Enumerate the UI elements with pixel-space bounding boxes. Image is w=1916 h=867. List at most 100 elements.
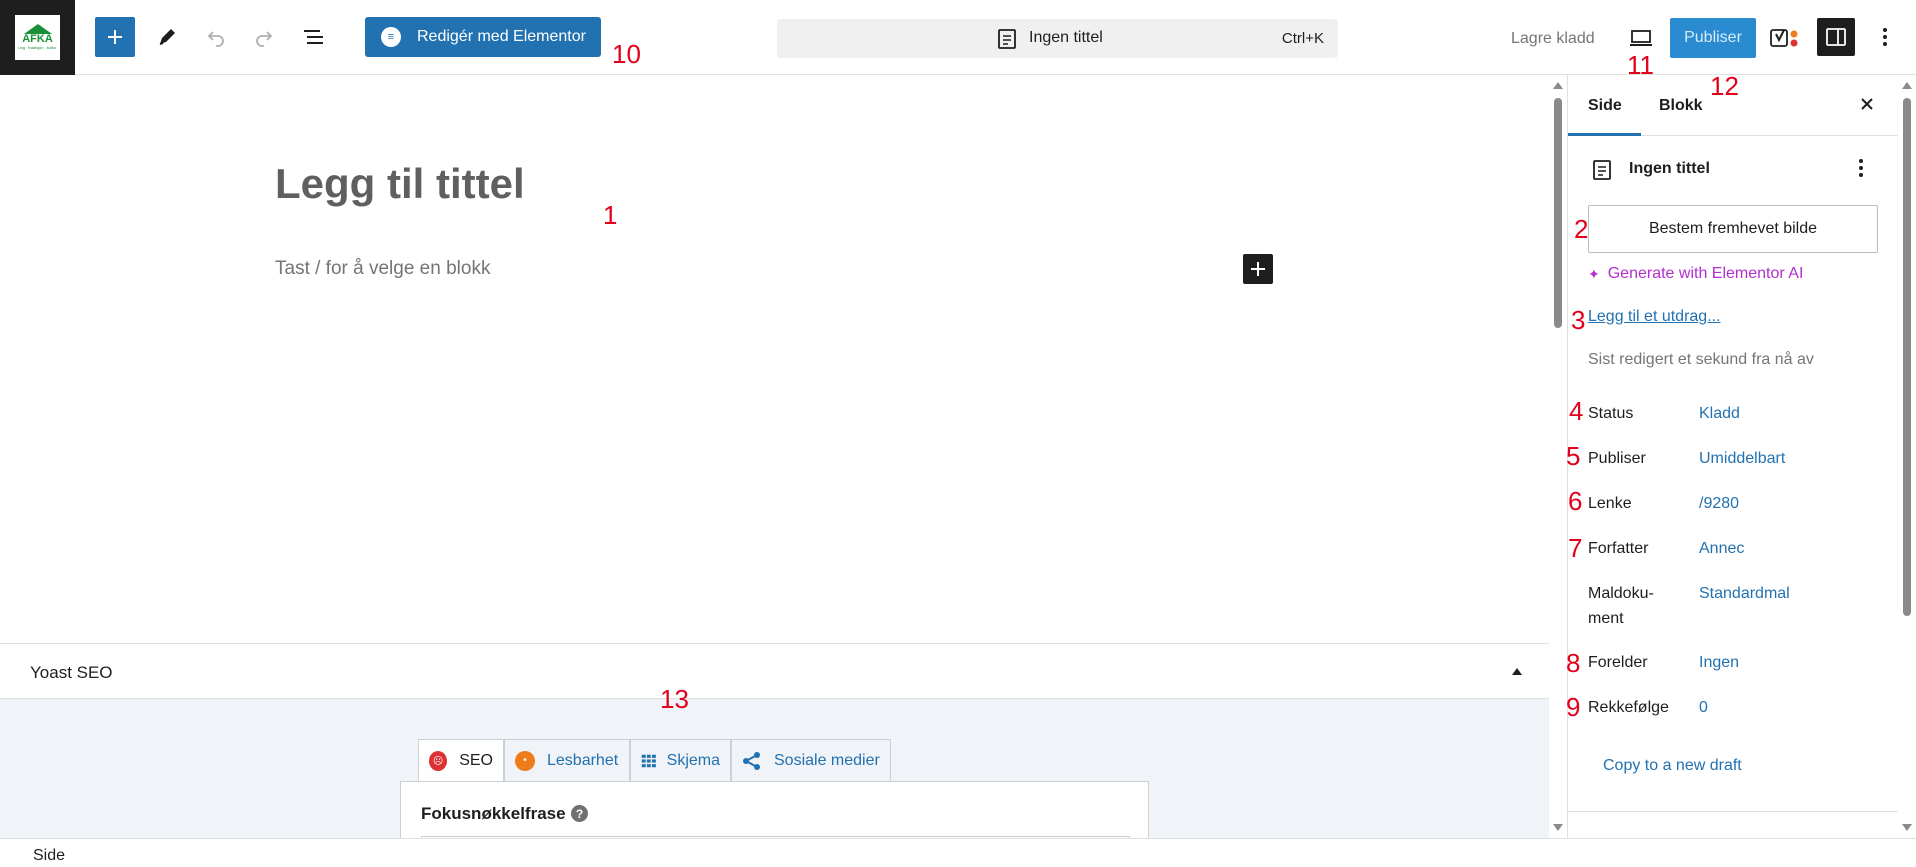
document-overview-button[interactable] (299, 22, 329, 52)
generate-ai-link[interactable]: ✦ Generate with Elementor AI (1588, 265, 1803, 283)
more-vertical-icon (1883, 28, 1887, 46)
close-sidebar-button[interactable] (1855, 92, 1879, 116)
scroll-thumb[interactable] (1554, 98, 1562, 328)
property-value-link[interactable]: 0 (1699, 695, 1708, 720)
annotation-label: 6 (1568, 486, 1583, 516)
property-key: Maldoku- (1588, 585, 1654, 602)
redo-icon (256, 31, 273, 47)
yoast-tab-label: SEO (459, 752, 493, 769)
annotation-label: 1 (603, 200, 618, 230)
copy-to-new-draft-link[interactable]: Copy to a new draft (1603, 757, 1742, 775)
property-value-link[interactable]: Annec (1699, 536, 1744, 561)
scroll-up-arrow[interactable] (1553, 82, 1563, 89)
sidebar-document-title: Ingen tittel (1629, 160, 1710, 177)
plus-icon (1251, 262, 1265, 276)
neutral-face-icon: • (515, 750, 535, 771)
command-palette-bar[interactable]: Ingen tittel Ctrl+K (777, 19, 1338, 58)
yoast-tab-schema[interactable]: Skjema (630, 739, 731, 781)
property-key: Forelder (1588, 654, 1648, 671)
annotation-label: 3 (1571, 305, 1586, 335)
scroll-up-arrow[interactable] (1902, 82, 1912, 89)
laptop-icon (1630, 30, 1652, 46)
share-icon (743, 751, 760, 770)
undo-button[interactable] (201, 22, 231, 52)
yoast-panel-title: Yoast SEO (30, 663, 113, 682)
property-key: Lenke (1588, 495, 1632, 512)
annotation-label: 10 (612, 39, 641, 69)
breadcrumb[interactable]: Side (33, 847, 65, 865)
property-value-link[interactable]: Umiddelbart (1699, 446, 1785, 471)
yoast-panel-header[interactable]: Yoast SEO (0, 643, 1549, 699)
property-key-continued: ment (1588, 610, 1624, 627)
undo-icon (207, 31, 224, 47)
annotation-label: 11 (1627, 50, 1654, 80)
annotation-label: 7 (1568, 533, 1583, 563)
last-edited-text: Sist redigert et sekund fra nå av (1588, 351, 1814, 368)
annotation-label: 12 (1710, 71, 1739, 101)
property-value-link[interactable]: Kladd (1699, 401, 1740, 426)
set-featured-image-button[interactable]: Bestem fremhevet bilde (1588, 205, 1878, 253)
annotation-label: 8 (1566, 648, 1581, 678)
sparkle-icon: ✦ (1588, 265, 1600, 282)
settings-toggle-button[interactable] (1817, 18, 1855, 56)
pencil-icon (159, 29, 175, 45)
collapse-caret-icon[interactable] (1512, 668, 1522, 675)
property-value-link[interactable]: Standardmal (1699, 581, 1790, 606)
site-logo[interactable]: AFKA ung . tradisjon . kultur (0, 0, 75, 75)
active-tab-indicator (1568, 133, 1641, 136)
document-title: Ingen tittel (1029, 29, 1103, 46)
yoast-seo-panel: Fokusnøkkelfrase ? (400, 781, 1149, 838)
add-block-button[interactable] (95, 17, 135, 57)
edit-with-elementor-button[interactable]: ≡ Redigér med Elementor (365, 17, 601, 57)
preview-button[interactable] (1626, 24, 1656, 52)
post-title-input[interactable]: Legg til tittel (275, 160, 525, 208)
sidebar-icon (1826, 28, 1846, 46)
panel-divider (1568, 811, 1899, 812)
settings-sidebar: Side Blokk Ingen tittel Bestem fremhevet… (1567, 75, 1899, 838)
scroll-thumb[interactable] (1903, 98, 1911, 616)
elementor-button-label: Redigér med Elementor (417, 28, 586, 45)
yoast-button[interactable] (1768, 22, 1804, 54)
more-vertical-icon[interactable] (1858, 157, 1864, 179)
inline-add-block-button[interactable] (1243, 254, 1273, 284)
property-key: Forfatter (1588, 540, 1649, 557)
sidebar-scrollbar[interactable] (1898, 75, 1916, 838)
scroll-down-arrow[interactable] (1902, 824, 1912, 831)
list-view-icon (304, 30, 323, 44)
tab-page[interactable]: Side (1588, 97, 1622, 115)
yoast-panel-body: ☹ SEO • Lesbarhet Skjema Sosiale medier … (0, 699, 1549, 838)
property-key: Status (1588, 405, 1634, 422)
add-excerpt-link[interactable]: Legg til et utdrag... (1588, 308, 1721, 326)
tools-button[interactable] (152, 22, 182, 52)
yoast-tab-readability[interactable]: • Lesbarhet (504, 739, 630, 781)
help-icon[interactable]: ? (571, 805, 588, 822)
property-value-link[interactable]: Ingen (1699, 650, 1739, 675)
editor-footer: Side (0, 838, 1916, 867)
tab-block[interactable]: Blokk (1659, 97, 1703, 115)
editor-scrollbar[interactable] (1549, 75, 1567, 838)
options-button[interactable] (1870, 22, 1900, 52)
annotation-label: 2 (1574, 214, 1589, 244)
property-template: Maldoku- ment Standardmal (1588, 581, 1878, 631)
yoast-icon (1770, 29, 1798, 47)
scroll-down-arrow[interactable] (1553, 824, 1563, 831)
editor-canvas: Legg til tittel Tast / for å velge en bl… (0, 75, 1549, 643)
publish-button[interactable]: Publiser (1670, 18, 1756, 58)
yoast-tab-social[interactable]: Sosiale medier (731, 739, 891, 781)
keyboard-shortcut: Ctrl+K (1281, 30, 1324, 47)
close-icon (1861, 98, 1873, 110)
focus-keyphrase-label: Fokusnøkkelfrase (421, 804, 566, 823)
elementor-icon: ≡ (381, 27, 401, 47)
property-key: Rekkefølge (1588, 699, 1669, 716)
redo-button[interactable] (249, 22, 279, 52)
annotation-label: 5 (1566, 441, 1581, 471)
annotation-label: 13 (660, 684, 689, 714)
save-draft-button[interactable]: Lagre kladd (1511, 30, 1595, 48)
ai-link-label: Generate with Elementor AI (1607, 265, 1804, 282)
property-value-link[interactable]: /9280 (1699, 491, 1739, 516)
yoast-tab-seo[interactable]: ☹ SEO (418, 739, 504, 782)
annotation-label: 4 (1569, 396, 1584, 426)
plus-icon (108, 30, 122, 44)
logo-subtitle: ung . tradisjon . kultur (18, 45, 57, 50)
block-appender[interactable]: Tast / for å velge en blokk (275, 258, 490, 280)
